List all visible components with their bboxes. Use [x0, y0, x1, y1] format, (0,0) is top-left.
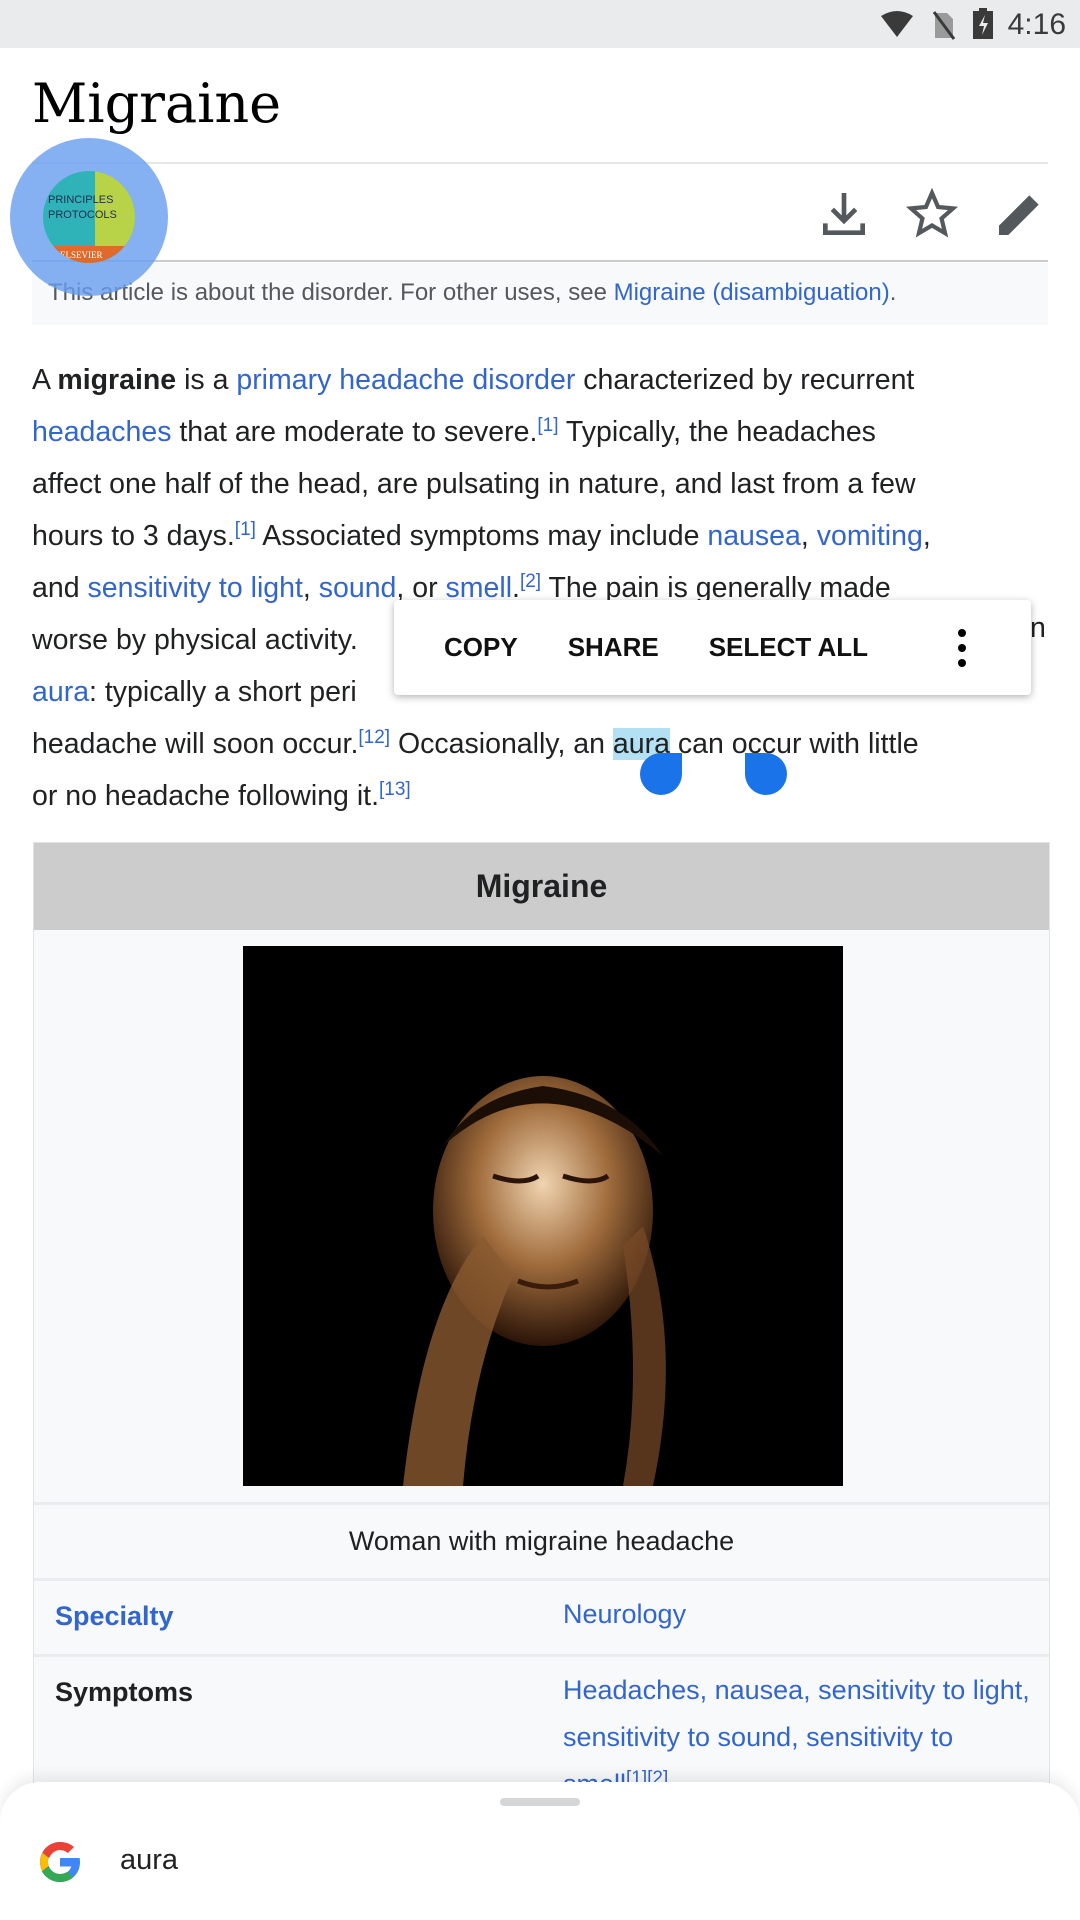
infobox: Migraine Woman with migraine headache Sp…	[33, 842, 1050, 1842]
paragraph-text: Occasionally, an	[390, 728, 613, 760]
paragraph-text: A	[32, 364, 58, 396]
article-link[interactable]: aura	[32, 676, 89, 708]
svg-text:PRINCIPLES: PRINCIPLES	[48, 194, 113, 206]
drag-handle[interactable]	[500, 1798, 580, 1806]
more-vert-icon[interactable]	[956, 628, 968, 668]
paragraph-text: is a	[176, 364, 237, 396]
article-link[interactable]: nausea	[707, 520, 801, 552]
paragraph-text: migraine	[57, 364, 177, 396]
infobox-title: Migraine	[34, 843, 1049, 930]
no-sim-icon	[932, 11, 956, 40]
divider	[32, 260, 1048, 262]
paragraph-text: hours to 3 days.	[32, 520, 235, 552]
select-all-button[interactable]: SELECT ALL	[709, 632, 868, 663]
copy-button[interactable]: COPY	[444, 632, 518, 663]
battery-charging-icon	[973, 8, 993, 39]
selection-start-handle[interactable]	[640, 753, 682, 795]
citation[interactable]: [12]	[358, 727, 390, 748]
paragraph-text: Associated symptoms may include	[255, 520, 708, 552]
infobox-image[interactable]	[243, 946, 843, 1486]
disambiguation-link[interactable]: Migraine (disambiguation)	[614, 279, 890, 306]
paragraph-line: aura: typically a short peri	[32, 666, 357, 718]
google-search-bottom-sheet: aura	[0, 1782, 1080, 1920]
selection-end-handle[interactable]	[745, 753, 787, 795]
paragraph-text: and	[32, 572, 88, 604]
svg-text:ELSEVIER: ELSEVIER	[60, 250, 103, 260]
paragraph-text: that are moderate to severe.	[171, 416, 538, 448]
article-link[interactable]: sound	[319, 572, 397, 604]
paragraph-line: worse by physical activity.	[32, 614, 358, 666]
book-cover-logo: PRINCIPLES PROTOCOLS ELSEVIER	[43, 171, 135, 263]
article-link[interactable]: primary headache disorder	[236, 364, 575, 396]
article-link[interactable]: headaches	[32, 416, 171, 448]
image-caption: Woman with migraine headache	[34, 1502, 1049, 1578]
paragraph-text: n	[1030, 612, 1046, 644]
citation[interactable]: [1]	[235, 519, 256, 540]
paragraph-text: or no headache following it.	[32, 780, 379, 812]
paragraph-text: ,	[922, 520, 931, 552]
edit-pencil-icon[interactable]	[992, 186, 1048, 242]
article-link[interactable]: sensitivity to light	[87, 572, 302, 604]
paragraph-text: characterized by recurrent	[575, 364, 915, 396]
search-query[interactable]: aura	[120, 1844, 178, 1877]
symptoms-label: Symptoms	[55, 1677, 194, 1707]
share-button[interactable]: SHARE	[568, 632, 659, 663]
citation[interactable]: [2]	[520, 571, 541, 592]
specialty-value-link[interactable]: Neurology	[563, 1591, 1033, 1638]
divider	[32, 162, 1048, 164]
paragraph-line: affect one half of the head, are pulsati…	[32, 458, 916, 510]
paragraph-text: Typically, the headaches	[558, 416, 876, 448]
svg-text:PROTOCOLS: PROTOCOLS	[48, 209, 117, 221]
google-g-icon	[40, 1842, 80, 1882]
infobox-row-specialty: Specialty Neurology	[34, 1578, 1049, 1654]
page-title: Migraine	[32, 72, 282, 135]
paragraph-text: headache will soon occur.	[32, 728, 359, 760]
download-icon[interactable]	[816, 186, 872, 242]
paragraph-line: A migraine is a primary headache disorde…	[32, 354, 914, 406]
citation[interactable]: [1]	[537, 415, 558, 436]
paragraph-text: ,	[302, 572, 319, 604]
paragraph-text: affect one half of the head, are pulsati…	[32, 468, 916, 500]
floating-bubble[interactable]: PRINCIPLES PROTOCOLS ELSEVIER	[10, 138, 168, 296]
star-icon[interactable]	[904, 186, 960, 242]
hatnote: This article is about the disorder. For …	[32, 263, 1048, 325]
paragraph-line: headache will soon occur.[12] Occasional…	[32, 718, 919, 770]
article-link[interactable]: vomiting	[817, 520, 923, 552]
paragraph-text: can occur with little	[669, 728, 919, 760]
clock: 4:16	[1007, 8, 1066, 41]
paragraph-text: worse by physical activity.	[32, 624, 358, 656]
wifi-icon	[881, 11, 913, 37]
citation[interactable]: [13]	[379, 779, 411, 800]
specialty-label-link[interactable]: Specialty	[55, 1601, 174, 1632]
text-selection-menu: COPY SHARE SELECT ALL	[394, 600, 1031, 695]
paragraph-text: : typically a short peri	[89, 676, 357, 708]
paragraph-text: ,	[800, 520, 817, 552]
status-bar: 4:16	[0, 0, 1080, 48]
paragraph-line: hours to 3 days.[1] Associated symptoms …	[32, 510, 931, 562]
paragraph-line: or no headache following it.[13]	[32, 770, 411, 822]
paragraph-line: headaches that are moderate to severe.[1…	[32, 406, 876, 458]
